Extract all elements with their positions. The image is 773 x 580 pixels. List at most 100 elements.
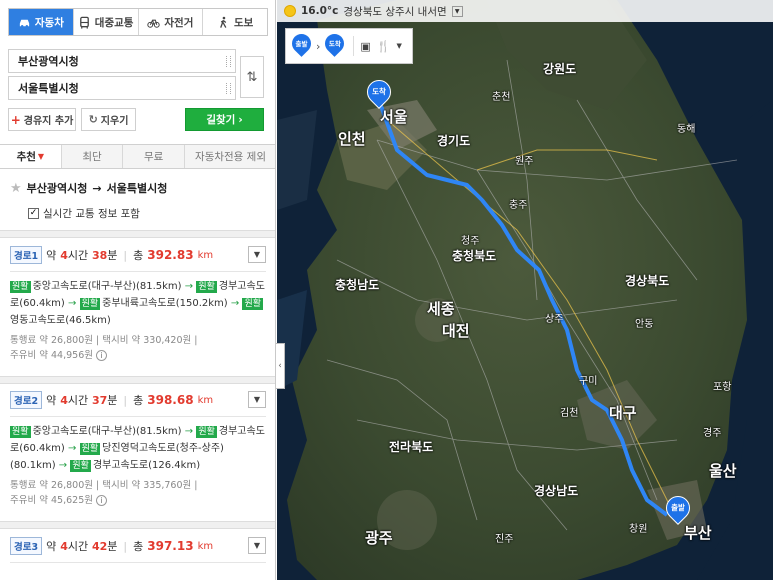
dropdown-icon[interactable]: ▼: [397, 42, 402, 50]
expand-chevron-icon[interactable]: ▼: [248, 537, 266, 554]
chevron-right-icon: ›: [238, 113, 243, 126]
divider: [0, 230, 275, 238]
chevron-right-icon: ›: [316, 39, 321, 53]
origin-input[interactable]: 부산광역시청: [8, 49, 236, 73]
dropdown-arrow-icon[interactable]: ▼: [451, 5, 463, 17]
checkbox-checked-icon: ✓: [28, 208, 39, 219]
distance: 392.83: [147, 248, 194, 262]
sun-icon: [284, 5, 296, 17]
route-costs: 통행료 약 26,800원 | 택시비 약 330,420원 | 주유비 약 4…: [10, 335, 198, 361]
car-icon: [19, 19, 30, 27]
weather-bar: 16.0°c 경상북도 상주시 내서면 ▼: [277, 0, 773, 22]
map-label-sejong: 세종: [427, 300, 455, 318]
clear-label: 지우기: [100, 116, 129, 127]
transport-mode-tabs: 자동차 대중교통 자전거 도보: [8, 8, 268, 36]
segment: 중앙고속도로(대구-부산)(81.5km): [32, 426, 182, 437]
info-icon[interactable]: i: [96, 495, 108, 506]
route-badge: 경로2: [10, 391, 43, 409]
total-label: 총: [133, 540, 144, 553]
approx-label: 약: [46, 394, 57, 407]
map-label-changwon: 창원: [629, 524, 648, 535]
expand-chevron-icon[interactable]: ▼: [248, 391, 266, 408]
mode-walk[interactable]: 도보: [202, 9, 267, 35]
find-route-button[interactable]: 길찾기 ›: [185, 108, 264, 131]
map-label-jinju: 진주: [495, 534, 514, 545]
approx-label: 약: [46, 249, 57, 262]
walk-icon: [220, 16, 227, 28]
duration: 4시간 42분: [60, 540, 118, 553]
end-pin-icon: 도착: [321, 30, 349, 58]
chevron-left-icon: ‹: [278, 361, 282, 371]
mode-car[interactable]: 자동차: [9, 9, 73, 35]
route-badge: 경로1: [10, 246, 43, 264]
add-waypoint-label: 경유지 추가: [23, 116, 74, 127]
weather-location: 경상북도 상주시 내서면: [343, 5, 447, 18]
destination-input[interactable]: 서울특별시청: [8, 76, 236, 100]
mode-walk-label: 도보: [233, 16, 254, 29]
realtime-traffic-checkbox[interactable]: ✓ 실시간 교통 정보 포함: [28, 206, 140, 221]
map-label-chungnam: 충청남도: [335, 278, 380, 292]
toll-fee: 통행료 약 26,800원: [10, 480, 93, 491]
map-label-gumi: 구미: [579, 376, 598, 387]
map-label-pohang: 포항: [713, 382, 732, 393]
distance-unit: km: [197, 394, 214, 406]
find-route-label: 길찾기: [206, 114, 236, 126]
swap-button[interactable]: ⇅: [240, 56, 264, 98]
map-view[interactable]: 16.0°c 경상북도 상주시 내서면 ▼ 출발 › 도착 ▣ 🍴 ▼ 도착 출…: [277, 0, 773, 580]
tab-exclude-motorway-label: 자동차전용 제외: [195, 151, 266, 163]
segment: 중앙고속도로(대구-부산)(81.5km): [32, 281, 182, 292]
realtime-traffic-label: 실시간 교통 정보 포함: [43, 208, 140, 220]
restaurant-icon[interactable]: 🍴: [377, 40, 391, 53]
tab-recommended[interactable]: 추천 ▼: [0, 145, 61, 168]
divider: [0, 521, 275, 529]
route-card-2[interactable]: 경로2 약 4시간 37분 | 총 398.68 km ▼ 원활 중앙고속도로(대구-…: [0, 388, 275, 508]
traffic-badge: 원활: [10, 426, 31, 438]
map-label-gyeongju: 경주: [703, 428, 722, 439]
route-summary: ★ 부산광역시청 → 서울특별시청: [10, 180, 167, 196]
destination-value: 서울특별시청: [18, 82, 79, 95]
mode-transit[interactable]: 대중교통: [72, 9, 138, 35]
divider: [0, 376, 275, 384]
route-card-3[interactable]: 경로3 약 4시간 42분 | 총 397.13 km ▼: [0, 534, 275, 569]
map-label-gyeongbuk: 경상북도: [625, 274, 670, 288]
expand-chevron-icon[interactable]: ▼: [248, 246, 266, 263]
taxi-fee: 택시비 약 335,760원: [102, 480, 192, 491]
star-icon[interactable]: ★: [10, 181, 22, 196]
destination-drag-handle-icon[interactable]: [226, 83, 231, 94]
route-header: 경로3 약 4시간 42분 | 총 397.13 km: [10, 534, 266, 558]
tab-shortest[interactable]: 최단: [60, 145, 123, 168]
map-label-incheon: 인천: [338, 130, 366, 148]
total-label: 총: [133, 249, 144, 262]
plus-icon: +: [10, 112, 21, 127]
clear-button[interactable]: ↻ 지우기: [81, 108, 136, 131]
route-card-1[interactable]: 경로1 약 4시간 38분 | 총 392.83 km ▼ 원활 중앙고속도로(대구-…: [0, 243, 275, 363]
origin-pin-label: 출발: [671, 503, 685, 512]
segment: 중부내륙고속도로(150.2km): [102, 298, 228, 309]
bus-icon[interactable]: ▣: [360, 40, 370, 53]
map-label-daejeon: 대전: [442, 322, 470, 340]
tab-free-label: 무료: [144, 151, 164, 163]
swap-arrows-icon: ⇅: [246, 69, 258, 85]
mode-bicycle[interactable]: 자전거: [137, 9, 203, 35]
info-icon[interactable]: i: [96, 350, 108, 361]
directions-panel: 자동차 대중교통 자전거 도보 부산광역시청 서울특별시청 ⇅ + 경유지 추가…: [0, 0, 276, 580]
distance: 397.13: [147, 539, 194, 553]
route-segments: 원활 중앙고속도로(대구-부산)(81.5km) → 원활 경부고속도로(60.4k…: [10, 281, 265, 326]
map-label-ulsan: 울산: [709, 462, 737, 480]
traffic-badge: 원활: [79, 443, 101, 455]
origin-drag-handle-icon[interactable]: [226, 56, 231, 67]
app-root: 자동차 대중교통 자전거 도보 부산광역시청 서울특별시청 ⇅ + 경유지 추가…: [0, 0, 773, 580]
route-header: 경로2 약 4시간 37분 | 총 398.68 km: [10, 388, 266, 412]
traffic-badge: 원활: [10, 281, 31, 293]
tab-free[interactable]: 무료: [122, 145, 184, 168]
map-label-cheongju: 청주: [461, 236, 480, 247]
mode-transit-label: 대중교통: [94, 16, 134, 29]
add-waypoint-button[interactable]: + 경유지 추가: [8, 108, 76, 131]
map-label-busan: 부산: [684, 524, 712, 542]
collapse-panel-button[interactable]: ‹: [276, 343, 285, 389]
segment: 영동고속도로(46.5km): [10, 315, 111, 326]
route-option-tabs: 추천 ▼ 최단 무료 자동차전용 제외: [0, 144, 275, 169]
map-label-chungju: 충주: [509, 200, 528, 211]
tab-exclude-motorway[interactable]: 자동차전용 제외: [184, 145, 275, 168]
map-label-gwangju: 광주: [365, 529, 393, 547]
